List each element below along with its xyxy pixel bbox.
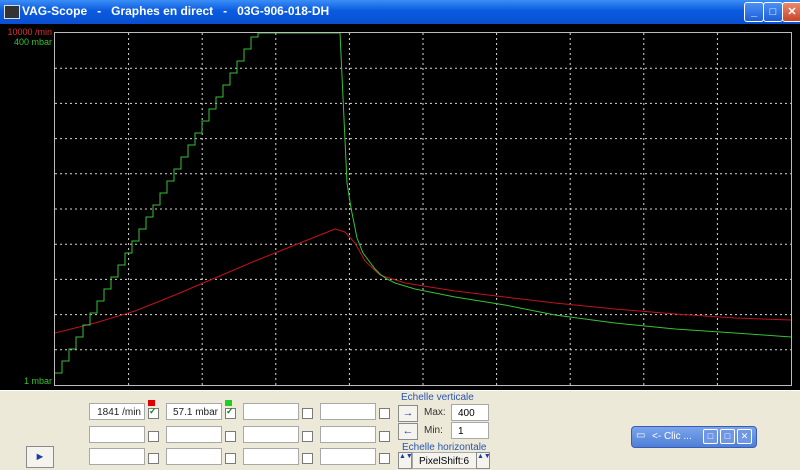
window-title: VAG-Scope - Graphes en direct - 03G-906-…: [22, 4, 330, 18]
spin-icon: ▲▼: [477, 453, 491, 460]
channel-value-field[interactable]: [243, 448, 299, 465]
vertical-scale-label: Echelle verticale: [401, 392, 474, 403]
y-label-rpm-max: 10000 /min: [7, 27, 52, 37]
scale-down-button[interactable]: ←: [398, 423, 418, 440]
min-label: Min:: [424, 425, 443, 436]
plot-svg: [55, 33, 791, 385]
channel-checkbox[interactable]: [148, 406, 159, 419]
channel-checkbox[interactable]: [225, 431, 236, 442]
shift-spin-left[interactable]: ▲▼: [398, 452, 413, 469]
channel-value-field[interactable]: 57.1 mbar: [166, 403, 222, 420]
title-bar: VAG-Scope - Graphes en direct - 03G-906-…: [0, 0, 800, 24]
scale-up-button[interactable]: →: [398, 405, 418, 422]
play-button[interactable]: ►: [26, 446, 54, 468]
channel-value-field[interactable]: 1841 /min: [89, 403, 145, 420]
spin-icon: ▲▼: [399, 453, 413, 460]
channel-value-field[interactable]: [166, 426, 222, 443]
channel-value-field[interactable]: [243, 426, 299, 443]
mini-window-title: <- Clic ...: [652, 431, 692, 442]
channel-checkbox[interactable]: [148, 453, 159, 464]
mini-window[interactable]: ▭ <- Clic ... □ □ ✕: [631, 426, 757, 448]
max-label: Max:: [424, 407, 446, 418]
play-icon: ►: [34, 451, 46, 463]
channel-value-field[interactable]: [89, 448, 145, 465]
channel-checkbox[interactable]: [302, 408, 313, 419]
minimize-button[interactable]: _: [744, 2, 764, 22]
mini-close-button[interactable]: ✕: [737, 429, 752, 444]
app-icon: [4, 5, 20, 19]
channel-checkbox[interactable]: [379, 453, 390, 464]
mini-window-icon: ▭: [636, 430, 646, 441]
channel-checkbox[interactable]: [379, 408, 390, 419]
max-input[interactable]: 400: [451, 404, 489, 421]
y-axis-labels: 10000 /min 400 mbar 1 mbar: [0, 24, 53, 390]
close-button[interactable]: ✕: [782, 2, 800, 22]
channel-value-field[interactable]: [320, 448, 376, 465]
mini-restore-button[interactable]: □: [703, 429, 718, 444]
pixelshift-field[interactable]: PixelShift:6: [412, 452, 486, 469]
channel-checkbox[interactable]: [379, 431, 390, 442]
channel-checkbox[interactable]: [302, 431, 313, 442]
channel-value-field[interactable]: [89, 426, 145, 443]
channel-checkbox[interactable]: [302, 453, 313, 464]
channel-value-field[interactable]: [320, 426, 376, 443]
channel-checkbox[interactable]: [225, 406, 236, 419]
channel-value-field[interactable]: [320, 403, 376, 420]
channel-checkbox[interactable]: [148, 431, 159, 442]
graph-area: 10000 /min 400 mbar 1 mbar: [0, 24, 800, 390]
y-label-min: 1 mbar: [23, 376, 52, 386]
plot-area[interactable]: [54, 32, 792, 386]
grid: [55, 33, 791, 385]
channel-checkbox[interactable]: [225, 453, 236, 464]
channel-value-field[interactable]: [243, 403, 299, 420]
min-input[interactable]: 1: [451, 422, 489, 439]
shift-spin-right[interactable]: ▲▼: [476, 452, 491, 469]
mini-maximize-button[interactable]: □: [720, 429, 735, 444]
y-label-mbar-max: 400 mbar: [13, 37, 52, 47]
maximize-button[interactable]: □: [763, 2, 783, 22]
channel-value-field[interactable]: [166, 448, 222, 465]
